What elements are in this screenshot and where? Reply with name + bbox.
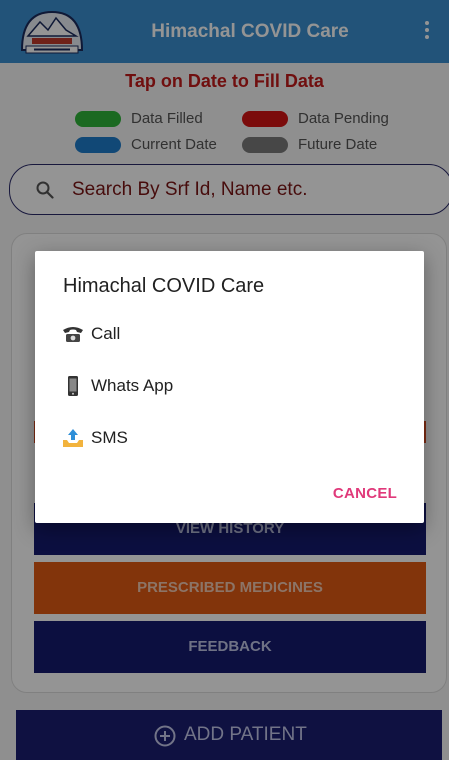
contact-dialog: Himachal COVID Care Call Whats App SMS C… <box>35 251 424 523</box>
dialog-item-sms[interactable]: SMS <box>61 422 401 454</box>
dialog-item-label: Call <box>91 324 121 343</box>
dialog-item-whatsapp[interactable]: Whats App <box>61 370 401 402</box>
cancel-button[interactable]: CANCEL <box>325 482 405 506</box>
telephone-icon <box>63 327 83 342</box>
dialog-item-label: SMS <box>91 428 128 447</box>
dialog-item-call[interactable]: Call <box>61 318 401 350</box>
dialog-item-label: Whats App <box>91 376 174 395</box>
outbox-tray-icon <box>63 429 83 447</box>
dialog-title: Himachal COVID Care <box>63 275 265 297</box>
mobile-phone-icon <box>68 376 78 396</box>
